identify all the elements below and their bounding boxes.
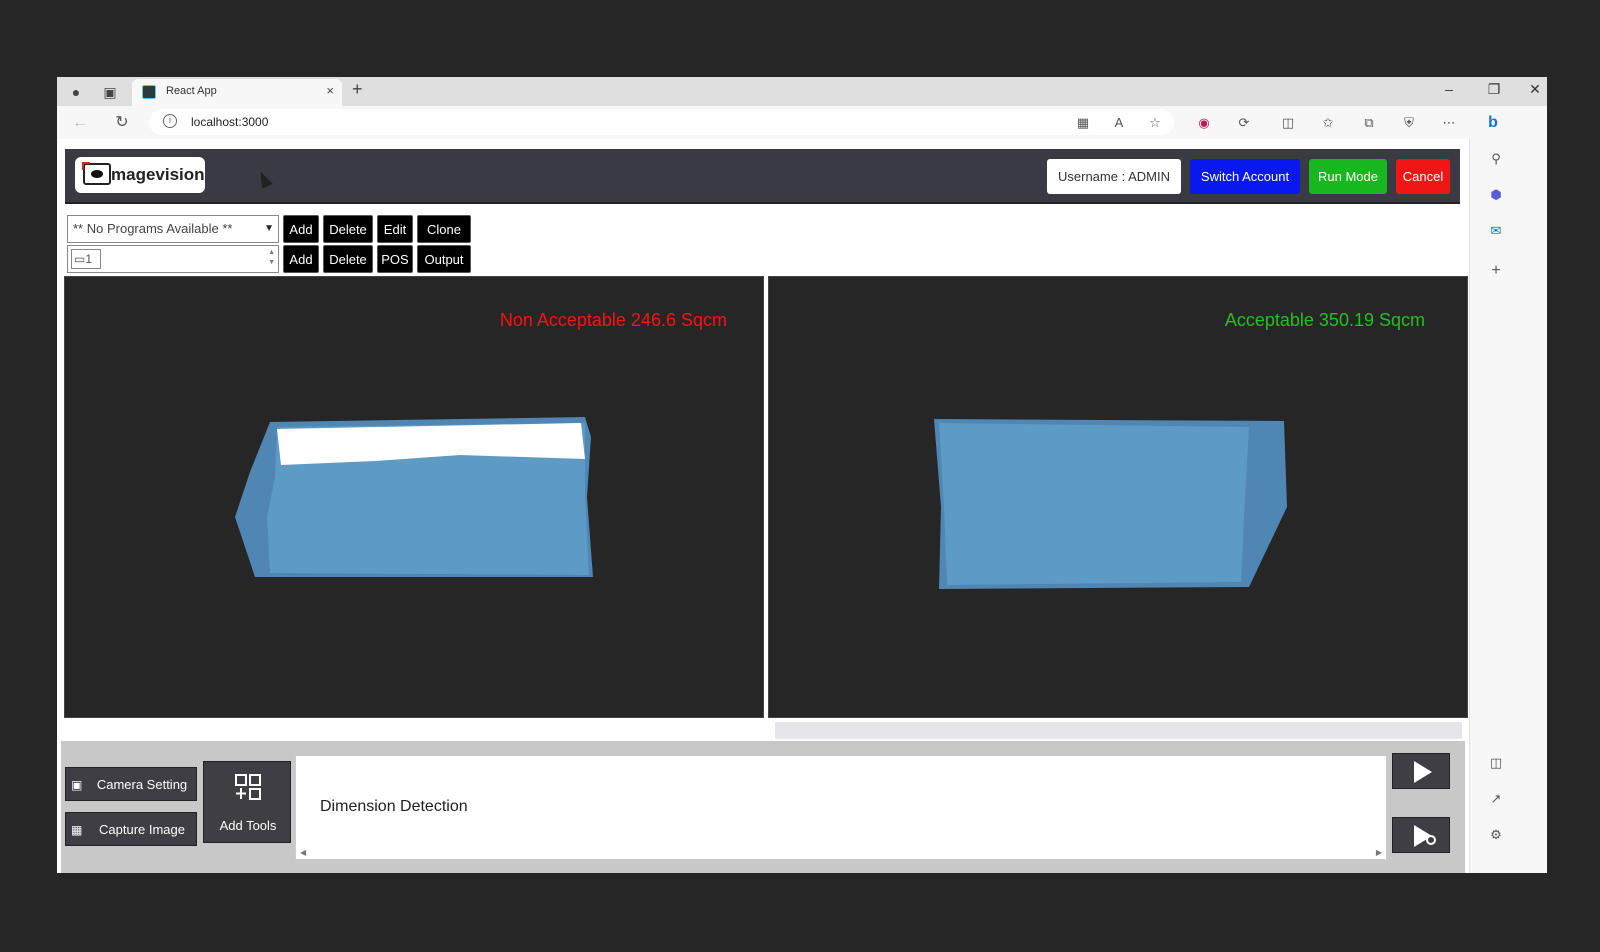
split-icon[interactable]: ◫ [1278, 113, 1298, 133]
camera-number-value: ▭1 [71, 249, 101, 269]
restore-icon[interactable]: ❐ [1484, 81, 1504, 98]
sidebar-icon[interactable]: ◫ [1486, 753, 1506, 773]
camera-pos-button[interactable]: POS [377, 245, 413, 273]
acceptable-object-shape [934, 419, 1287, 589]
workspaces-icon[interactable]: ▣ [100, 82, 120, 102]
camera-output-button[interactable]: Output [417, 245, 471, 273]
tab-bar: ● ▣ React App × + – ❐ ✕ [57, 77, 1547, 106]
camera-number-input[interactable]: ▭1 ▲ ▼ [67, 245, 279, 273]
scroll-right-icon[interactable]: ▶ [1376, 848, 1382, 857]
outlook-icon[interactable]: ✉ [1486, 221, 1506, 241]
inspection-image-left: Non Acceptable 246.6 Sqcm [64, 276, 764, 718]
collections-icon[interactable]: ⧉ [1359, 113, 1379, 133]
info-icon[interactable]: i [163, 114, 177, 128]
settings-icon[interactable]: ⚙ [1486, 825, 1506, 845]
cancel-button[interactable]: Cancel [1396, 159, 1450, 194]
gear-icon [1426, 835, 1436, 845]
capture-image-label: Capture Image [99, 822, 185, 837]
run-mode-button[interactable]: Run Mode [1309, 159, 1387, 194]
refresh-icon[interactable]: ↻ [111, 112, 133, 134]
app-content: magevision Username : ADMIN Switch Accou… [57, 139, 1469, 873]
back-icon[interactable]: ← [69, 112, 91, 134]
spinner-arrows-icon[interactable]: ▲ ▼ [268, 248, 275, 268]
chevron-down-icon: ▼ [264, 223, 274, 234]
url-omnibox[interactable]: i localhost:3000 [149, 109, 1174, 135]
acceptable-label: Acceptable 350.19 Sqcm [1224, 310, 1425, 330]
program-delete-button[interactable]: Delete [323, 215, 373, 243]
mouse-cursor-icon [255, 169, 273, 189]
program-add-button[interactable]: Add [283, 215, 319, 243]
play-icon [1414, 761, 1432, 783]
sync-icon[interactable]: ⟳ [1234, 113, 1254, 133]
extension-icon[interactable]: ◉ [1194, 113, 1214, 133]
read-aloud-icon[interactable]: A [1109, 113, 1129, 133]
non-acceptable-label: Non Acceptable 246.6 Sqcm [499, 310, 727, 330]
tab-title: React App [166, 85, 217, 97]
plus-icon[interactable]: + [1486, 261, 1506, 281]
program-edit-button[interactable]: Edit [377, 215, 413, 243]
capture-image-button[interactable]: ▦ Capture Image [65, 812, 197, 846]
camera-setting-label: Camera Setting [96, 777, 188, 792]
program-select[interactable]: ** No Programs Available ** ▼ [67, 215, 279, 243]
close-window-icon[interactable]: ✕ [1525, 81, 1545, 98]
run-button[interactable] [1392, 753, 1450, 789]
grid-icon[interactable]: ▦ [1073, 113, 1093, 133]
favorite-icon[interactable]: ☆ [1145, 113, 1165, 133]
shield-icon[interactable]: ⛨ [1399, 113, 1419, 133]
camera-delete-button[interactable]: Delete [323, 245, 373, 273]
camera-icon: ▣ [71, 778, 83, 792]
address-bar: ← ↻ i localhost:3000 ▦ A ☆ ◉ ⟳ ◫ ✩ ⧉ ⛨ ⋯… [57, 106, 1547, 139]
react-favicon-icon [142, 85, 156, 99]
bottom-toolbar: ▣ Camera Setting ▦ Capture Image Add Too… [61, 741, 1465, 873]
camera-icon-small: ▭ [74, 252, 86, 266]
tab-react-app[interactable]: React App × [132, 79, 342, 106]
switch-account-button[interactable]: Switch Account [1190, 159, 1300, 194]
tool-item-dimension-detection[interactable]: Dimension Detection [320, 798, 468, 816]
bing-icon[interactable]: b [1483, 113, 1503, 133]
image-icon: ▦ [71, 823, 83, 837]
run-settings-button[interactable] [1392, 817, 1450, 853]
add-tools-label: Add Tools [219, 818, 277, 833]
browser-window: ● ▣ React App × + – ❐ ✕ ← ↻ i localhost:… [57, 77, 1547, 873]
tool-list: Dimension Detection ◀ ▶ [295, 755, 1387, 860]
program-clone-button[interactable]: Clone [417, 215, 471, 243]
horizontal-scrollbar[interactable] [775, 722, 1462, 739]
user-icon[interactable]: ● [66, 82, 86, 102]
external-icon[interactable]: ↗ [1486, 789, 1506, 809]
new-tab-button[interactable]: + [352, 79, 363, 100]
add-tools-button[interactable]: Add Tools [203, 761, 291, 843]
logo-text: magevision [111, 165, 205, 184]
more-icon[interactable]: ⋯ [1439, 113, 1459, 133]
imagevision-logo[interactable]: magevision [75, 157, 205, 193]
url-text[interactable]: localhost:3000 [191, 115, 268, 129]
camera-add-button[interactable]: Add [283, 245, 319, 273]
favorites-icon[interactable]: ✩ [1318, 113, 1338, 133]
add-tools-icon [235, 774, 261, 800]
tab-close-icon[interactable]: × [326, 83, 334, 98]
minimize-icon[interactable]: – [1439, 81, 1459, 97]
edge-sidebar: ⚲ ⬢ ✉ + ◫ ↗ ⚙ [1469, 139, 1547, 873]
inspection-image-right: Acceptable 350.19 Sqcm [768, 276, 1468, 718]
search-icon[interactable]: ⚲ [1486, 149, 1506, 169]
camera-number-text: 1 [85, 252, 93, 266]
program-select-value: ** No Programs Available ** [73, 221, 233, 236]
camera-setting-button[interactable]: ▣ Camera Setting [65, 767, 197, 801]
copilot-icon[interactable]: ⬢ [1486, 185, 1506, 205]
app-header: magevision Username : ADMIN Switch Accou… [65, 149, 1460, 204]
eye-logo-icon [82, 162, 111, 185]
scroll-left-icon[interactable]: ◀ [300, 848, 306, 857]
defective-object-shape [235, 417, 593, 577]
username-badge: Username : ADMIN [1047, 159, 1181, 194]
